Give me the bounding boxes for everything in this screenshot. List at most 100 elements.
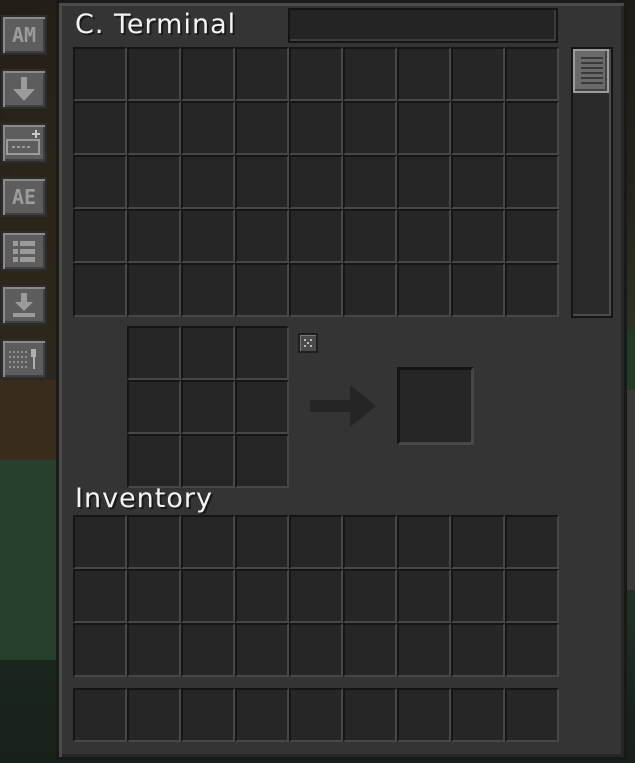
storage-slot[interactable]: [127, 263, 181, 317]
inventory-slot[interactable]: [73, 569, 127, 623]
storage-slot[interactable]: [343, 263, 397, 317]
storage-slot[interactable]: [505, 209, 559, 263]
storage-slot[interactable]: [235, 263, 289, 317]
hotbar-slot[interactable]: [235, 688, 289, 742]
inventory-slot[interactable]: [451, 515, 505, 569]
crafting-slot[interactable]: [127, 380, 181, 434]
inventory-slot[interactable]: [235, 623, 289, 677]
inventory-slot[interactable]: [127, 569, 181, 623]
clear-grid-button[interactable]: [298, 333, 318, 353]
inventory-slot[interactable]: [181, 515, 235, 569]
hotbar-slot[interactable]: [127, 688, 181, 742]
hotbar-slot[interactable]: [505, 688, 559, 742]
storage-slot[interactable]: [181, 101, 235, 155]
inventory-slot[interactable]: [343, 569, 397, 623]
crafting-slot[interactable]: [181, 326, 235, 380]
sort-by-button[interactable]: [1, 231, 47, 271]
storage-slot[interactable]: [235, 155, 289, 209]
hotbar-slot[interactable]: [73, 688, 127, 742]
inventory-slot[interactable]: [127, 515, 181, 569]
storage-slot[interactable]: [235, 209, 289, 263]
search-input[interactable]: [288, 8, 558, 43]
storage-slot[interactable]: [397, 209, 451, 263]
crafting-result-slot[interactable]: [397, 367, 474, 445]
storage-slot[interactable]: [343, 155, 397, 209]
crafting-slot[interactable]: [127, 326, 181, 380]
storage-slot[interactable]: [289, 263, 343, 317]
inventory-slot[interactable]: [181, 569, 235, 623]
storage-slot[interactable]: [73, 155, 127, 209]
crafting-slot[interactable]: [235, 326, 289, 380]
storage-slot[interactable]: [451, 47, 505, 101]
storage-slot[interactable]: [343, 101, 397, 155]
inventory-slot[interactable]: [505, 623, 559, 677]
scrollbar-handle[interactable]: [573, 49, 609, 93]
inventory-slot[interactable]: [289, 515, 343, 569]
storage-slot[interactable]: [73, 47, 127, 101]
hotbar-slot[interactable]: [343, 688, 397, 742]
storage-slot[interactable]: [505, 155, 559, 209]
storage-slot[interactable]: [451, 209, 505, 263]
storage-slot[interactable]: [505, 47, 559, 101]
storage-slot[interactable]: [73, 263, 127, 317]
storage-slot[interactable]: [181, 209, 235, 263]
deposit-button[interactable]: [1, 285, 47, 325]
inventory-slot[interactable]: [343, 515, 397, 569]
crafting-slot[interactable]: [235, 434, 289, 488]
inventory-slot[interactable]: [73, 623, 127, 677]
hotbar-slot[interactable]: [451, 688, 505, 742]
storage-slot[interactable]: [397, 47, 451, 101]
storage-slot[interactable]: [289, 101, 343, 155]
inventory-slot[interactable]: [289, 569, 343, 623]
crafting-slot[interactable]: [181, 380, 235, 434]
storage-slot[interactable]: [73, 101, 127, 155]
inventory-slot[interactable]: [235, 515, 289, 569]
terminal-style-button[interactable]: [1, 339, 47, 379]
storage-slot[interactable]: [235, 47, 289, 101]
inventory-slot[interactable]: [289, 623, 343, 677]
storage-slot[interactable]: [127, 101, 181, 155]
storage-slot[interactable]: [181, 155, 235, 209]
storage-slot[interactable]: [181, 263, 235, 317]
storage-slot[interactable]: [451, 101, 505, 155]
inventory-slot[interactable]: [451, 569, 505, 623]
storage-slot[interactable]: [289, 47, 343, 101]
storage-slot[interactable]: [505, 263, 559, 317]
hotbar-slot[interactable]: [181, 688, 235, 742]
sort-direction-button[interactable]: [1, 69, 47, 109]
inventory-slot[interactable]: [235, 569, 289, 623]
crafting-slot[interactable]: [235, 380, 289, 434]
storage-slot[interactable]: [343, 209, 397, 263]
storage-slot[interactable]: [181, 47, 235, 101]
storage-slot[interactable]: [397, 263, 451, 317]
storage-slot[interactable]: [235, 101, 289, 155]
inventory-slot[interactable]: [397, 569, 451, 623]
storage-slot[interactable]: [127, 47, 181, 101]
inventory-slot[interactable]: [181, 623, 235, 677]
inventory-slot[interactable]: [397, 515, 451, 569]
storage-slot[interactable]: [451, 155, 505, 209]
access-mode-button[interactable]: AM: [1, 15, 47, 55]
storage-slot[interactable]: [505, 101, 559, 155]
hotbar-slot[interactable]: [289, 688, 343, 742]
hotbar-slot[interactable]: [397, 688, 451, 742]
storage-slot[interactable]: [127, 155, 181, 209]
inventory-slot[interactable]: [73, 515, 127, 569]
storage-slot[interactable]: [289, 155, 343, 209]
crafting-slot[interactable]: [181, 434, 235, 488]
inventory-slot[interactable]: [397, 623, 451, 677]
inventory-slot[interactable]: [505, 515, 559, 569]
storage-slot[interactable]: [127, 209, 181, 263]
view-mode-button[interactable]: AE: [1, 177, 47, 217]
storage-slot[interactable]: [397, 101, 451, 155]
storage-slot[interactable]: [73, 209, 127, 263]
inventory-slot[interactable]: [505, 569, 559, 623]
storage-slot[interactable]: [397, 155, 451, 209]
inventory-slot[interactable]: [343, 623, 397, 677]
storage-slot[interactable]: [343, 47, 397, 101]
storage-slot[interactable]: [451, 263, 505, 317]
inventory-slot[interactable]: [451, 623, 505, 677]
storage-slot[interactable]: [289, 209, 343, 263]
search-mode-button[interactable]: [1, 123, 47, 163]
crafting-slot[interactable]: [127, 434, 181, 488]
